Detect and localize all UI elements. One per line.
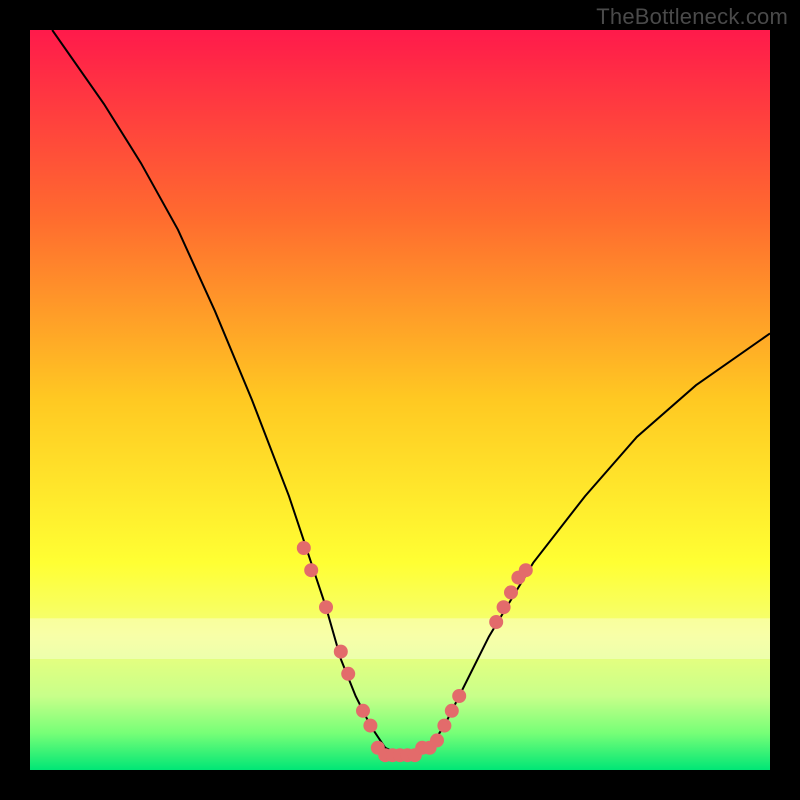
marker-dot: [489, 615, 503, 629]
marker-dot: [356, 704, 370, 718]
marker-dot: [497, 600, 511, 614]
watermark-text: TheBottleneck.com: [596, 4, 788, 30]
marker-dot: [304, 563, 318, 577]
haze-band: [30, 618, 770, 659]
marker-dot: [445, 704, 459, 718]
marker-dot: [519, 563, 533, 577]
marker-dot: [504, 585, 518, 599]
marker-dot: [297, 541, 311, 555]
marker-dot: [341, 667, 355, 681]
chart-frame: [30, 30, 770, 770]
bottleneck-chart: [30, 30, 770, 770]
marker-dot: [430, 733, 444, 747]
marker-dot: [319, 600, 333, 614]
marker-dot: [363, 719, 377, 733]
marker-dot: [437, 719, 451, 733]
marker-dot: [452, 689, 466, 703]
marker-dot: [334, 645, 348, 659]
